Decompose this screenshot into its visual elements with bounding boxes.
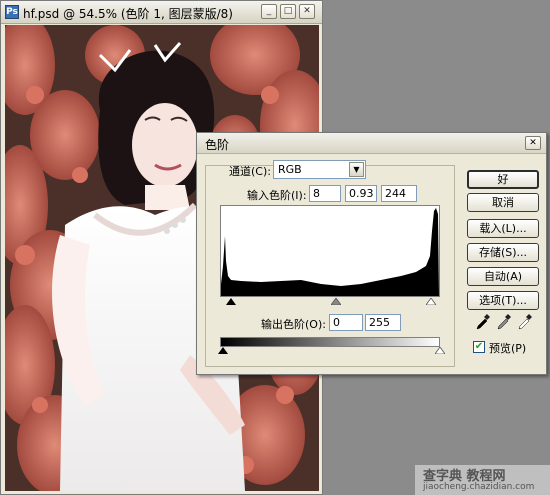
output-gradient-bar xyxy=(220,337,440,347)
cancel-button[interactable]: 取消 xyxy=(467,193,539,212)
maximize-icon[interactable]: □ xyxy=(280,4,296,19)
watermark-url: jiaocheng.chazidian.com xyxy=(423,482,535,492)
ok-button[interactable]: 好 xyxy=(467,170,539,189)
levels-dialog-title: 色阶 xyxy=(205,138,230,152)
input-white-slider[interactable] xyxy=(426,298,436,305)
input-gamma-slider[interactable] xyxy=(331,298,341,305)
output-levels-label: 输出色阶(O): xyxy=(261,318,326,331)
close-icon[interactable]: ✕ xyxy=(299,4,315,19)
options-button[interactable]: 选项(T)... xyxy=(467,291,539,310)
channel-select[interactable]: RGB ▼ xyxy=(273,160,366,179)
ps-document-icon: Ps xyxy=(5,5,19,19)
input-black-field[interactable]: 8 xyxy=(309,185,341,202)
save-button[interactable]: 存储(S)... xyxy=(467,243,539,262)
preview-label: 预览(P) xyxy=(489,342,527,355)
watermark: 查字典 教程网 jiaocheng.chazidian.com xyxy=(415,465,550,495)
histogram-graph xyxy=(221,208,439,296)
gray-point-eyedropper-icon[interactable] xyxy=(496,313,512,331)
document-title: hf.psd @ 54.5% (色阶 1, 图层蒙版/8) xyxy=(23,7,233,21)
input-gamma-field[interactable]: 0.93 xyxy=(345,185,377,202)
input-white-field[interactable]: 244 xyxy=(381,185,417,202)
channel-value: RGB xyxy=(278,163,302,176)
document-title-bar[interactable]: Ps hf.psd @ 54.5% (色阶 1, 图层蒙版/8) _ □ ✕ xyxy=(1,1,322,24)
load-button[interactable]: 载入(L)... xyxy=(467,219,539,238)
histogram xyxy=(220,205,440,297)
levels-dialog-title-bar[interactable]: 色阶 ✕ xyxy=(197,133,546,154)
input-levels-label: 输入色阶(I): xyxy=(247,189,307,202)
chevron-down-icon[interactable]: ▼ xyxy=(349,162,364,177)
output-black-slider[interactable] xyxy=(218,347,228,354)
dialog-close-icon[interactable]: ✕ xyxy=(525,136,541,150)
output-white-field[interactable]: 255 xyxy=(365,314,401,331)
output-black-field[interactable]: 0 xyxy=(329,314,363,331)
preview-checkbox[interactable]: ✔ xyxy=(473,341,485,353)
minimize-icon[interactable]: _ xyxy=(261,4,277,19)
input-black-slider[interactable] xyxy=(226,298,236,305)
checkmark-icon: ✔ xyxy=(474,341,484,352)
output-white-slider[interactable] xyxy=(435,347,445,354)
black-point-eyedropper-icon[interactable] xyxy=(475,313,491,331)
white-point-eyedropper-icon[interactable] xyxy=(517,313,533,331)
levels-dialog: 色阶 ✕ 通道(C): RGB ▼ 输入色阶(I): 8 0.93 244 输出… xyxy=(196,132,547,375)
channel-label: 通道(C): xyxy=(229,165,271,178)
auto-button[interactable]: 自动(A) xyxy=(467,267,539,286)
